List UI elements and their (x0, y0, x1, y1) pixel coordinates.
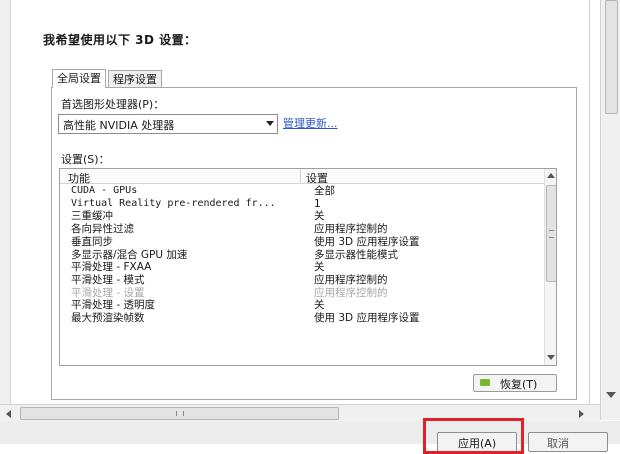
settings-label: 设置(S)： (61, 153, 110, 166)
nvidia-logo-icon (480, 379, 490, 386)
feature-name: CUDA - GPUs (71, 185, 138, 196)
feature-value[interactable]: 使用 3D 应用程序设置 (314, 312, 419, 325)
cancel-button-label: 取消 (547, 437, 569, 450)
panel-border (589, 0, 590, 404)
feature-value[interactable]: 关 (314, 210, 325, 223)
settings-row[interactable]: CUDA - GPUs 全部 (60, 185, 544, 198)
gpu-label: 首选图形处理器(P)： (61, 98, 165, 111)
restore-button[interactable]: 恢复(T) (473, 374, 557, 392)
feature-name: 平滑处理 - 透明度 (71, 299, 155, 312)
settings-row[interactable]: 垂直同步 使用 3D 应用程序设置 (60, 236, 544, 249)
scroll-thumb[interactable] (546, 185, 556, 282)
feature-value[interactable]: 应用程序控制的 (314, 223, 388, 236)
feature-name: 最大预渲染帧数 (71, 312, 145, 324)
column-header-feature[interactable]: 功能 (68, 170, 90, 186)
feature-value: 应用程序控制的 (314, 286, 388, 299)
scroll-down-icon[interactable] (606, 392, 616, 398)
feature-name: 平滑处理 - 模式 (71, 273, 145, 286)
feature-value[interactable]: 使用 3D 应用程序设置 (314, 236, 419, 249)
left-rail (0, 0, 11, 404)
settings-row[interactable]: Virtual Reality pre-rendered fr... 1 (60, 198, 544, 211)
highlight-box (423, 418, 524, 454)
scroll-down-icon[interactable] (547, 355, 555, 360)
grid-scrollbar[interactable] (544, 169, 556, 365)
cancel-button[interactable]: 取消 (528, 432, 608, 452)
settings-row[interactable]: 平滑处理 - FXAA 关 (60, 261, 544, 274)
settings-row[interactable]: 最大预渲染帧数 使用 3D 应用程序设置 (60, 312, 544, 325)
settings-row[interactable]: 多显示器/混合 GPU 加速 多显示器性能模式 (60, 249, 544, 262)
scroll-up-icon[interactable] (547, 173, 555, 178)
feature-value[interactable]: 关 (314, 299, 325, 312)
settings-grid: 功能 设置 CUDA - GPUs 全部 Virtual Reality pre… (59, 168, 557, 366)
feature-value[interactable]: 应用程序控制的 (314, 274, 388, 287)
gpu-dropdown[interactable]: 高性能 NVIDIA 处理器 (58, 114, 278, 134)
grip-icon (549, 230, 554, 238)
settings-row-disabled: 平滑处理 - 设置 应用程序控制的 (60, 287, 544, 300)
feature-value[interactable]: 关 (314, 261, 325, 274)
column-separator (300, 169, 301, 183)
settings-row[interactable]: 平滑处理 - 模式 应用程序控制的 (60, 274, 544, 287)
feature-name: Virtual Reality pre-rendered fr... (71, 197, 276, 209)
manage-updates-link[interactable]: 管理更新... (283, 115, 338, 131)
gpu-selected-value: 高性能 NVIDIA 处理器 (63, 119, 175, 132)
tab-program-settings[interactable]: 程序设置 (108, 70, 162, 88)
feature-name: 各向异性过滤 (71, 223, 134, 236)
window-scroll-thumb[interactable] (605, 0, 618, 114)
feature-name: 多显示器/混合 GPU 加速 (71, 248, 188, 261)
grid-header: 功能 设置 (60, 169, 544, 186)
button-bar (0, 421, 620, 444)
feature-value[interactable]: 多显示器性能模式 (314, 249, 398, 262)
settings-panel: 我希望使用以下 3D 设置： 全局设置 程序设置 首选图形处理器(P)： 高性能… (0, 0, 600, 404)
scroll-right-icon[interactable] (579, 410, 584, 418)
grip-icon (176, 411, 184, 416)
column-header-setting[interactable]: 设置 (306, 170, 328, 186)
scroll-left-icon[interactable] (6, 410, 11, 418)
tab-global-settings[interactable]: 全局设置 (52, 69, 106, 88)
settings-row[interactable]: 三重缓冲 关 (60, 210, 544, 223)
settings-row[interactable]: 各向异性过滤 应用程序控制的 (60, 223, 544, 236)
restore-button-label: 恢复(T) (500, 378, 538, 391)
feature-value[interactable]: 全部 (314, 185, 335, 198)
feature-name: 三重缓冲 (71, 210, 113, 223)
window-scrollbar[interactable] (600, 0, 620, 420)
settings-row[interactable]: 平滑处理 - 透明度 关 (60, 299, 544, 312)
page-heading: 我希望使用以下 3D 设置： (43, 33, 197, 47)
horizontal-scroll-thumb[interactable] (20, 407, 339, 420)
feature-name: 平滑处理 - 设置 (71, 286, 145, 299)
feature-value[interactable]: 1 (314, 198, 321, 211)
chevron-down-icon[interactable] (266, 121, 274, 126)
feature-name: 平滑处理 - FXAA (71, 261, 152, 274)
feature-name: 垂直同步 (71, 235, 113, 248)
